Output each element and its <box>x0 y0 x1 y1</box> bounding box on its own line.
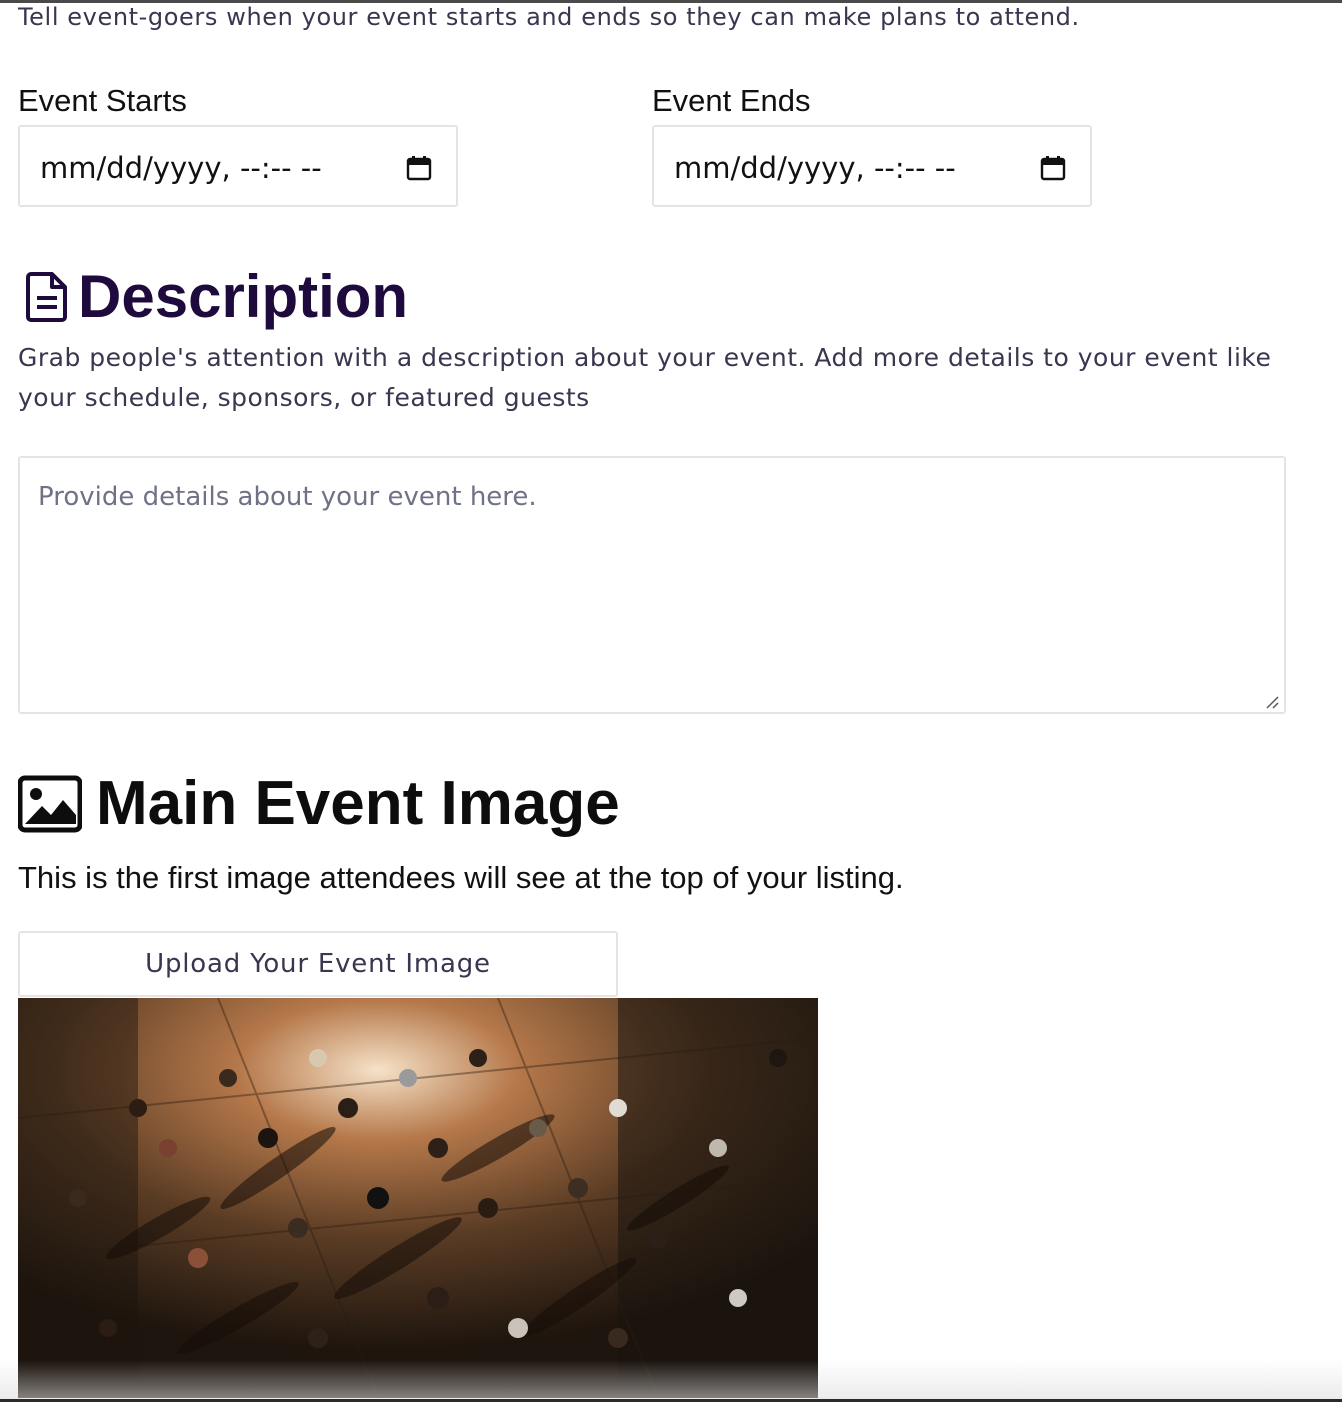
description-help-text: Grab people's attention with a descripti… <box>18 343 1272 412</box>
document-icon <box>26 272 67 322</box>
event-photo <box>18 998 818 1398</box>
description-title: Description <box>78 263 409 330</box>
event-starts-value: mm/dd/yyyy, --:-- -- <box>40 151 322 185</box>
upload-image-button[interactable]: Upload Your Event Image <box>18 931 618 997</box>
description-textarea[interactable] <box>18 456 1286 714</box>
resize-handle-icon[interactable] <box>1264 694 1280 710</box>
image-icon <box>18 775 82 833</box>
description-heading: Description <box>26 262 408 332</box>
event-ends-value: mm/dd/yyyy, --:-- -- <box>674 151 956 185</box>
crowd-dancing-photo <box>18 998 818 1398</box>
calendar-icon[interactable] <box>1040 155 1066 181</box>
date-intro-text: Tell event-goers when your event starts … <box>18 3 1080 31</box>
main-image-title: Main Event Image <box>96 769 620 838</box>
event-form-page: Tell event-goers when your event starts … <box>0 0 1342 1402</box>
event-ends-label: Event Ends <box>652 83 811 118</box>
event-starts-label: Event Starts <box>18 83 187 118</box>
event-ends-input[interactable]: mm/dd/yyyy, --:-- -- <box>652 125 1092 207</box>
main-image-heading: Main Event Image <box>18 768 620 840</box>
calendar-icon[interactable] <box>406 155 432 181</box>
main-image-subtitle: This is the first image attendees will s… <box>18 860 904 895</box>
event-starts-input[interactable]: mm/dd/yyyy, --:-- -- <box>18 125 458 207</box>
